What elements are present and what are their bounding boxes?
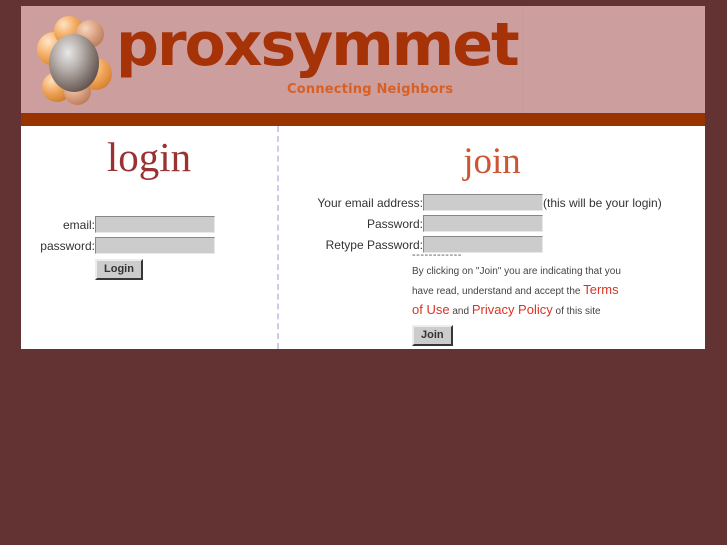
privacy-policy-link[interactable]: Privacy Policy (472, 302, 553, 317)
login-password-cell (95, 235, 215, 256)
main-content: login email: password: Login join Your e… (21, 126, 705, 349)
molecule-logo-icon (32, 14, 116, 106)
page-container: proxsymmetry Connecting Neighbors login … (21, 6, 705, 349)
site-wordmark: proxsymmetry (116, 10, 522, 80)
login-submit-cell: Login (95, 256, 215, 281)
join-email-row: Your email address: (this will be your l… (311, 192, 662, 213)
join-password-hint (543, 213, 662, 234)
email-field[interactable] (95, 216, 215, 233)
terms-text-after: of this site (552, 305, 601, 317)
login-password-label: password: (40, 238, 95, 253)
site-tagline: Connecting Neighbors (287, 82, 454, 97)
login-email-cell (95, 214, 215, 235)
join-email-label: Your email address: (317, 195, 423, 210)
login-button[interactable]: Login (95, 259, 143, 281)
banner-artwork: proxsymmetry Connecting Neighbors (21, 6, 523, 113)
join-submit-wrapper: Join (412, 324, 627, 346)
terms-conjunction: and (449, 305, 472, 317)
join-email-cell (423, 192, 543, 213)
login-spacer-cell (39, 256, 95, 280)
terms-block: ------------ By clicking on "Join" you a… (412, 249, 627, 346)
join-heading: join (463, 141, 521, 182)
join-email-field[interactable] (423, 194, 543, 211)
join-retype-label: Retype Password: (325, 237, 423, 252)
join-password-label: Password: (366, 216, 423, 231)
join-email-hint: (this will be your login) (543, 195, 662, 210)
terms-agreement-text: By clicking on "Join" you are indicating… (412, 264, 627, 320)
logo-sphere-core (49, 34, 99, 92)
join-password-cell (423, 213, 543, 234)
login-panel: login email: password: Login (21, 126, 279, 349)
join-form: Your email address: (this will be your l… (311, 192, 662, 255)
login-email-label: email: (62, 217, 95, 232)
login-heading: login (106, 134, 192, 180)
join-password-row: Password: (311, 213, 662, 234)
panels-row: login email: password: Login join Your e… (21, 126, 705, 349)
join-password-field[interactable] (423, 215, 543, 232)
login-email-row: email: (39, 214, 215, 235)
dashed-separator: ------------ (412, 249, 462, 261)
password-field[interactable] (95, 237, 215, 254)
login-password-row: password: (39, 235, 215, 256)
login-form: email: password: Login (39, 214, 215, 281)
site-banner: proxsymmetry Connecting Neighbors (21, 6, 705, 113)
accent-bar (21, 113, 705, 126)
join-button[interactable]: Join (412, 324, 453, 346)
login-submit-row: Login (39, 256, 215, 281)
join-panel: join Your email address: (this will be y… (279, 126, 705, 349)
